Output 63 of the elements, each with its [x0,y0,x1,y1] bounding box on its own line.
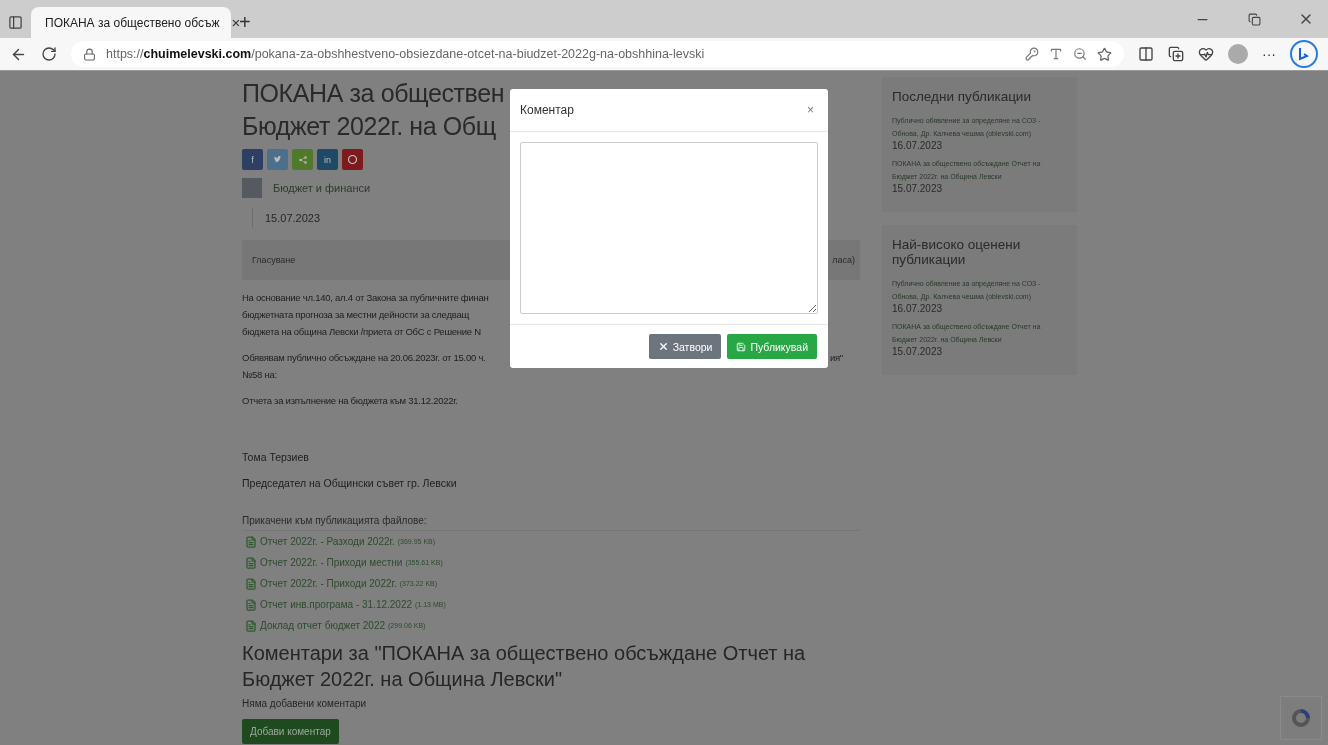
close-button[interactable]: × [803,103,818,117]
publication-date: 16.07.2023 [892,303,944,314]
file-link[interactable]: Доклад отчет бюджет 2022 [260,620,386,631]
linkedin-share-button[interactable]: in [317,149,338,170]
save-icon [736,341,747,352]
publication-date: 15.07.2023 [892,346,944,357]
file-link[interactable]: Отчет 2022г. - Разходи 2022г. [260,536,395,547]
attachments-heading: Прикачени към публикацията файлове: [242,515,860,531]
voting-count: ласа) [832,255,855,265]
add-comment-button[interactable]: Добави коментар [242,719,339,744]
close-dialog-button[interactable]: Затвори [648,334,722,359]
key-icon[interactable] [1025,47,1039,61]
signature-name: Тома Терзиев [242,451,310,463]
paragraph-text: Отчета за изпълнение на бюджета към 31.12.2022г. [242,394,458,408]
reload-icon[interactable] [41,46,57,62]
recaptcha-badge[interactable] [1280,696,1322,740]
share-icon [298,155,307,164]
file-icon [245,577,257,590]
file-link[interactable]: Отчет инв.програма - 31.12.2022 [260,599,413,610]
article-title: ПОКАНА за обществен [242,78,505,109]
signature-role: Председател на Общински съвет гр. Левски [242,477,458,489]
file-icon [245,619,257,632]
publication-date: 15.07.2023 [892,183,944,194]
lock-icon[interactable] [83,47,96,61]
file-link[interactable]: Отчет 2022г. - Приходи местни [260,557,403,568]
facebook-share-button[interactable]: f [242,149,263,170]
voting-label: Гласуване [252,255,296,265]
close-icon [657,341,669,352]
more-menu[interactable]: ··· [1262,47,1276,61]
sidebar-heading: Най-високо оценени публикации [892,237,1022,267]
health-icon[interactable] [1198,46,1214,62]
no-comments-text: Няма добавени коментари [242,698,368,709]
copilot-icon[interactable] [1290,40,1318,68]
twitter-share-button[interactable] [267,149,288,170]
comment-input[interactable] [520,142,818,314]
file-icon [245,598,257,611]
split-screen-icon[interactable] [1138,46,1154,62]
collections-icon[interactable] [1168,46,1184,62]
article-title: Бюджет 2022г. на Общ [242,111,496,142]
comments-heading: Коментари за "ПОКАНА за обществено обсъждане Отчет на Бюджет 2022г. на Община Левски" [242,641,807,692]
star-icon[interactable] [1097,46,1112,62]
bird-icon [273,156,282,163]
paragraph-text: ия" [829,351,843,365]
pinterest-share-button[interactable] [342,149,363,170]
category-thumbnail [242,178,262,198]
paragraph-text: №58 на: [242,368,277,382]
category-link[interactable]: Бюджет и финанси [273,182,371,194]
read-aloud-icon[interactable] [1049,47,1063,61]
paragraph-text: Обявявам публично обсъждане на 20.06.2023г. от 15.00 ч. [242,351,486,365]
file-icon [245,535,257,548]
close-tab-icon[interactable]: × [231,15,241,30]
paragraph-text: бюджетната прогноза за местни дейности за следващ [242,308,470,322]
new-tab-icon[interactable]: + [239,12,251,32]
paragraph-text: бюджета на община Левски /приета от ОбС с Решение N [242,325,481,339]
dialog-title: Коментар [520,103,574,117]
publication-date: 16.07.2023 [892,140,944,151]
zoom-out-icon[interactable] [1073,47,1087,61]
sidebar-heading: Последни публикации [892,89,1032,104]
address-bar[interactable]: https://chuimelevski.com/pokana-za-obshhestveno-obsiezdane-otcet-na-biudzet-2022g-na-obshhina-levski [71,41,1124,67]
paragraph-text: На основание чл.140, ал.4 от Закона за публичните финан [242,291,489,305]
file-link[interactable]: Отчет 2022г. - Приходи 2022г. [260,578,397,589]
file-icon [245,556,257,569]
publish-button[interactable]: Публикувай [727,334,817,359]
